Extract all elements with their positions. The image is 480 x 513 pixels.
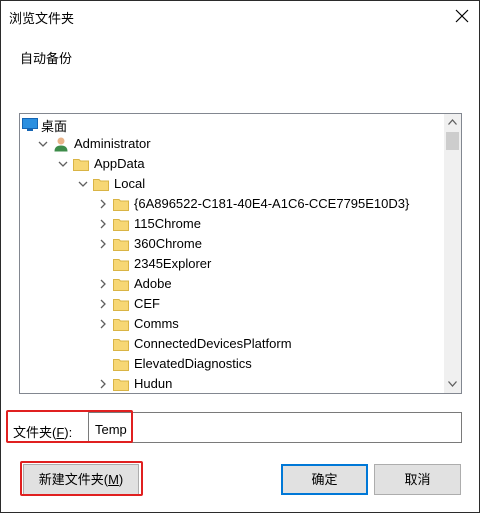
tree-item[interactable]: Administrator bbox=[20, 134, 445, 154]
chevron-down-icon[interactable] bbox=[57, 158, 69, 170]
folder-icon bbox=[113, 356, 129, 372]
tree-item[interactable]: ElevatedDiagnostics bbox=[20, 354, 445, 374]
chevron-down-icon bbox=[448, 381, 457, 387]
desktop-icon bbox=[22, 116, 38, 132]
close-button[interactable] bbox=[449, 3, 475, 29]
folder-icon bbox=[73, 156, 89, 172]
tree-item-label: AppData bbox=[94, 156, 145, 171]
folder-icon bbox=[113, 256, 129, 272]
folder-icon bbox=[113, 336, 129, 352]
folder-icon bbox=[93, 176, 109, 192]
chevron-right-icon[interactable] bbox=[97, 238, 109, 250]
tree-item-label: 桌面 bbox=[41, 119, 68, 134]
vertical-scrollbar[interactable] bbox=[444, 114, 461, 393]
dialog-description: 自动备份 bbox=[20, 51, 73, 66]
tree-item[interactable]: 2345Explorer bbox=[20, 254, 445, 274]
chevron-down-icon[interactable] bbox=[37, 138, 49, 150]
tree-item-label: {6A896522-C181-40E4-A1C6-CCE7795E10D3} bbox=[134, 196, 410, 211]
folder-field-label: 文件夹(F): bbox=[13, 425, 73, 440]
chevron-up-icon bbox=[448, 119, 457, 125]
tree-item[interactable]: 360Chrome bbox=[20, 234, 445, 254]
folder-icon bbox=[113, 376, 129, 392]
tree-item[interactable]: CEF bbox=[20, 294, 445, 314]
tree-item[interactable]: Comms bbox=[20, 314, 445, 334]
chevron-right-icon[interactable] bbox=[97, 298, 109, 310]
chevron-right-icon[interactable] bbox=[97, 278, 109, 290]
tree-item[interactable]: ConnectedDevicesPlatform bbox=[20, 334, 445, 354]
cancel-button[interactable]: 取消 bbox=[374, 464, 461, 495]
tree-item[interactable]: Hudun bbox=[20, 374, 445, 393]
folder-icon bbox=[113, 296, 129, 312]
tree-item-label: 2345Explorer bbox=[134, 256, 212, 271]
folder-icon bbox=[113, 236, 129, 252]
tree-rows: 桌面 Administrator AppData Local {6A896522-C18… bbox=[20, 114, 445, 393]
folder-name-input[interactable] bbox=[88, 412, 462, 443]
chevron-down-icon[interactable] bbox=[77, 178, 89, 190]
window-title: 浏览文件夹 bbox=[9, 11, 75, 26]
browse-folder-dialog: 浏览文件夹 自动备份 桌面 Administrator AppData Local {6… bbox=[0, 0, 480, 513]
tree-item-label: Hudun bbox=[134, 376, 173, 391]
folder-icon bbox=[113, 276, 129, 292]
folder-icon bbox=[113, 316, 129, 332]
tree-item-label: Adobe bbox=[134, 276, 172, 291]
tree-item[interactable]: Adobe bbox=[20, 274, 445, 294]
scroll-thumb[interactable] bbox=[446, 132, 459, 150]
chevron-right-icon[interactable] bbox=[97, 318, 109, 330]
close-icon bbox=[455, 9, 469, 23]
tree-item[interactable]: 115Chrome bbox=[20, 214, 445, 234]
tree-item[interactable]: {6A896522-C181-40E4-A1C6-CCE7795E10D3} bbox=[20, 194, 445, 214]
tree-item-label: 115Chrome bbox=[134, 216, 201, 231]
title-bar: 浏览文件夹 bbox=[1, 1, 479, 31]
chevron-right-icon[interactable] bbox=[97, 198, 109, 210]
tree-item-label: ElevatedDiagnostics bbox=[134, 356, 252, 371]
scroll-down-button[interactable] bbox=[444, 376, 461, 393]
tree-item[interactable]: 桌面 bbox=[20, 114, 445, 134]
tree-item-label: CEF bbox=[134, 296, 160, 311]
ok-button[interactable]: 确定 bbox=[281, 464, 368, 495]
scroll-up-button[interactable] bbox=[444, 114, 461, 131]
chevron-right-icon[interactable] bbox=[97, 218, 109, 230]
folder-icon bbox=[113, 196, 129, 212]
tree-item[interactable]: AppData bbox=[20, 154, 445, 174]
tree-item-label: Local bbox=[114, 176, 146, 191]
tree-item[interactable]: Local bbox=[20, 174, 445, 194]
tree-item-label: 360Chrome bbox=[134, 236, 202, 251]
tree-item-label: ConnectedDevicesPlatform bbox=[134, 336, 292, 351]
new-folder-button[interactable]: 新建文件夹(M) bbox=[23, 464, 139, 495]
chevron-right-icon[interactable] bbox=[97, 378, 109, 390]
folder-tree[interactable]: 桌面 Administrator AppData Local {6A896522-C18… bbox=[19, 113, 462, 394]
user-icon bbox=[53, 136, 69, 152]
tree-item-label: Comms bbox=[134, 316, 179, 331]
folder-icon bbox=[113, 216, 129, 232]
tree-item-label: Administrator bbox=[74, 136, 151, 151]
